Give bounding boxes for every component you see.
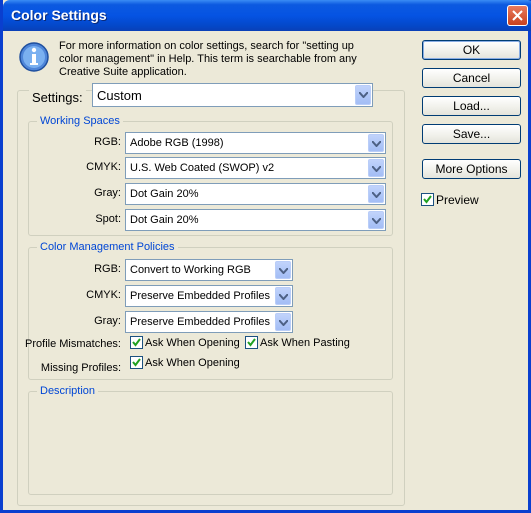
description-group: Description (28, 385, 393, 495)
ok-button[interactable]: OK (422, 40, 521, 60)
pol-cmyk-select[interactable]: Preserve Embedded Profiles (125, 285, 293, 307)
more-options-button[interactable]: More Options (422, 159, 521, 179)
pol-rgb-value: Convert to Working RGB (130, 264, 251, 276)
dropdown-arrow (368, 134, 384, 152)
dropdown-arrow (355, 85, 371, 105)
checkmark-icon (132, 358, 141, 367)
chevron-down-icon (372, 218, 381, 224)
checkmark-icon (132, 338, 141, 347)
save-button[interactable]: Save... (422, 124, 521, 144)
pol-gray-value: Preserve Embedded Profiles (130, 316, 271, 328)
missing-ask-opening-checkbox[interactable] (130, 356, 143, 369)
ws-spot-select[interactable]: Dot Gain 20% (125, 209, 386, 231)
dropdown-arrow (275, 313, 291, 331)
ws-gray-label: Gray: (94, 187, 121, 199)
settings-select[interactable]: Custom (92, 83, 373, 107)
close-button[interactable] (507, 5, 528, 26)
chevron-down-icon (372, 141, 381, 147)
dropdown-arrow (275, 261, 291, 279)
dropdown-arrow (275, 287, 291, 305)
pol-rgb-label: RGB: (94, 263, 121, 275)
pol-rgb-select[interactable]: Convert to Working RGB (125, 259, 293, 281)
ws-gray-select[interactable]: Dot Gain 20% (125, 183, 386, 205)
chevron-down-icon (279, 294, 288, 300)
ws-cmyk-value: U.S. Web Coated (SWOP) v2 (130, 162, 275, 174)
chevron-down-icon (359, 92, 368, 98)
dropdown-arrow (368, 211, 384, 229)
pol-cmyk-value: Preserve Embedded Profiles (130, 290, 271, 302)
load-button[interactable]: Load... (422, 96, 521, 116)
ws-gray-value: Dot Gain 20% (130, 188, 199, 200)
ws-cmyk-label: CMYK: (86, 161, 121, 173)
profile-mismatches-label: Profile Mismatches: (25, 338, 121, 350)
mismatch-ask-opening-checkbox[interactable] (130, 336, 143, 349)
ws-rgb-value: Adobe RGB (1998) (130, 137, 224, 149)
mismatch-ask-pasting-checkbox[interactable] (245, 336, 258, 349)
missing-ask-opening-label[interactable]: Ask When Opening (145, 357, 240, 369)
working-spaces-title: Working Spaces (37, 115, 123, 127)
pol-gray-select[interactable]: Preserve Embedded Profiles (125, 311, 293, 333)
pol-cmyk-label: CMYK: (86, 289, 121, 301)
mismatch-ask-opening-label[interactable]: Ask When Opening (145, 337, 240, 349)
pol-gray-label: Gray: (94, 315, 121, 327)
checkmark-icon (247, 338, 256, 347)
settings-label: Settings: (29, 90, 86, 105)
chevron-down-icon (279, 320, 288, 326)
description-title: Description (37, 385, 99, 397)
preview-label[interactable]: Preview (436, 193, 479, 207)
title-bar[interactable]: Color Settings (3, 0, 531, 31)
chevron-down-icon (279, 268, 288, 274)
window-title: Color Settings (11, 7, 107, 23)
color-settings-dialog: Color Settings For more information on c… (0, 0, 531, 513)
policies-title: Color Management Policies (37, 241, 178, 253)
ws-cmyk-select[interactable]: U.S. Web Coated (SWOP) v2 (125, 157, 386, 179)
close-icon (512, 10, 523, 21)
chevron-down-icon (372, 192, 381, 198)
ws-rgb-select[interactable]: Adobe RGB (1998) (125, 132, 386, 154)
dropdown-arrow (368, 185, 384, 203)
ws-spot-value: Dot Gain 20% (130, 214, 199, 226)
missing-profiles-label: Missing Profiles: (40, 362, 121, 374)
settings-value: Custom (97, 88, 142, 103)
cancel-button[interactable]: Cancel (422, 68, 521, 88)
info-text: For more information on color settings, … (59, 40, 357, 78)
dropdown-arrow (368, 159, 384, 177)
mismatch-ask-pasting-label[interactable]: Ask When Pasting (260, 337, 350, 349)
chevron-down-icon (372, 166, 381, 172)
preview-checkbox[interactable] (421, 193, 434, 206)
ws-rgb-label: RGB: (94, 136, 121, 148)
ws-spot-label: Spot: (95, 213, 121, 225)
info-icon (19, 42, 49, 72)
checkmark-icon (423, 195, 432, 204)
